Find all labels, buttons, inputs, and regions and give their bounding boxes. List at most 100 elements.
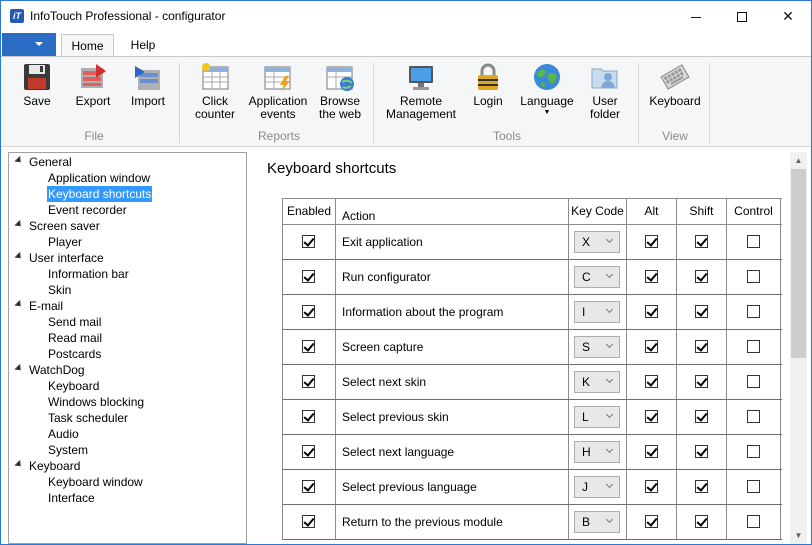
tree-item-application-window[interactable]: Application window — [47, 170, 151, 186]
key-code-dropdown[interactable]: S — [574, 336, 620, 358]
remote-management-button[interactable]: Remote Management — [383, 62, 459, 121]
column-header-shift[interactable]: Shift — [677, 199, 727, 224]
tree-item-general[interactable]: General — [28, 154, 73, 170]
tree-item-postcards[interactable]: Postcards — [47, 346, 102, 362]
tree-item-audio[interactable]: Audio — [47, 426, 80, 442]
column-header-enabled[interactable]: Enabled — [283, 199, 336, 224]
column-header-action[interactable]: Action — [336, 199, 569, 224]
expand-arrow-icon[interactable] — [14, 299, 24, 310]
enabled-checkbox[interactable] — [302, 375, 315, 388]
key-code-dropdown[interactable]: K — [574, 371, 620, 393]
key-code-dropdown[interactable]: X — [574, 231, 620, 253]
expand-arrow-icon[interactable] — [14, 251, 24, 262]
browse-web-button[interactable]: Browse the web — [315, 62, 365, 121]
tree-item-read-mail[interactable]: Read mail — [47, 330, 103, 346]
alt-checkbox[interactable] — [644, 410, 658, 423]
tree-item-windows-blocking[interactable]: Windows blocking — [47, 394, 145, 410]
control-checkbox[interactable] — [746, 270, 760, 283]
keyboard-button[interactable]: Keyboard — [647, 62, 703, 108]
expand-arrow-icon[interactable] — [14, 459, 24, 470]
tree-item-watchdog-keyboard[interactable]: Keyboard — [47, 378, 100, 394]
enabled-checkbox[interactable] — [302, 515, 315, 528]
alt-checkbox[interactable] — [644, 270, 658, 283]
navigation-tree[interactable]: General Application window Keyboard shor… — [8, 152, 247, 544]
language-button[interactable]: Language ▼ — [519, 62, 575, 117]
save-button[interactable]: Save — [19, 62, 55, 108]
tree-item-information-bar[interactable]: Information bar — [47, 266, 130, 282]
enabled-checkbox[interactable] — [302, 340, 315, 353]
key-code-dropdown[interactable]: L — [574, 406, 620, 428]
alt-checkbox[interactable] — [644, 305, 658, 318]
control-checkbox[interactable] — [746, 515, 760, 528]
enabled-checkbox[interactable] — [302, 480, 315, 493]
tree-item-user-interface[interactable]: User interface — [28, 250, 105, 266]
control-checkbox[interactable] — [746, 480, 760, 493]
application-events-button[interactable]: Application events — [245, 62, 311, 121]
shift-checkbox[interactable] — [694, 445, 708, 458]
control-checkbox[interactable] — [746, 235, 760, 248]
control-checkbox[interactable] — [746, 305, 760, 318]
export-button[interactable]: Export — [71, 62, 115, 108]
control-checkbox[interactable] — [746, 375, 760, 388]
tree-item-send-mail[interactable]: Send mail — [47, 314, 102, 330]
tree-item-task-scheduler[interactable]: Task scheduler — [47, 410, 129, 426]
alt-checkbox[interactable] — [644, 235, 658, 248]
tab-help[interactable]: Help — [119, 34, 167, 56]
enabled-checkbox[interactable] — [302, 270, 315, 283]
minimize-button[interactable] — [673, 1, 719, 31]
tab-home[interactable]: Home — [61, 34, 114, 58]
expand-arrow-icon[interactable] — [14, 363, 24, 374]
tree-item-keyboard-window[interactable]: Keyboard window — [47, 474, 144, 490]
tree-item-email[interactable]: E-mail — [28, 298, 64, 314]
enabled-checkbox[interactable] — [302, 410, 315, 423]
scroll-down-arrow-icon[interactable]: ▼ — [790, 527, 807, 544]
expand-arrow-icon[interactable] — [14, 219, 24, 230]
tree-item-event-recorder[interactable]: Event recorder — [47, 202, 128, 218]
column-header-key-code[interactable]: Key Code — [569, 199, 627, 224]
maximize-button[interactable] — [719, 1, 765, 31]
click-counter-button[interactable]: Click counter — [191, 62, 239, 121]
scrollbar-thumb[interactable] — [791, 169, 806, 358]
alt-checkbox[interactable] — [644, 515, 658, 528]
shift-checkbox[interactable] — [694, 410, 708, 423]
scroll-up-arrow-icon[interactable]: ▲ — [790, 152, 807, 169]
login-button[interactable]: Login — [469, 62, 507, 108]
import-button[interactable]: Import — [127, 62, 169, 108]
alt-checkbox[interactable] — [644, 375, 658, 388]
shift-checkbox[interactable] — [694, 480, 708, 493]
enabled-checkbox[interactable] — [302, 305, 315, 318]
tree-item-player[interactable]: Player — [47, 234, 83, 250]
key-code-dropdown[interactable]: J — [574, 476, 620, 498]
tree-item-skin[interactable]: Skin — [47, 282, 72, 298]
vertical-scrollbar[interactable]: ▲ ▼ — [790, 152, 807, 544]
control-checkbox[interactable] — [746, 410, 760, 423]
key-code-dropdown[interactable]: I — [574, 301, 620, 323]
column-header-alt[interactable]: Alt — [627, 199, 677, 224]
control-checkbox[interactable] — [746, 340, 760, 353]
tree-item-keyboard-shortcuts[interactable]: Keyboard shortcuts — [47, 186, 153, 202]
shift-checkbox[interactable] — [694, 270, 708, 283]
alt-checkbox[interactable] — [644, 340, 658, 353]
key-code-dropdown[interactable]: C — [574, 266, 620, 288]
close-button[interactable]: ✕ — [765, 1, 811, 31]
shift-checkbox[interactable] — [694, 375, 708, 388]
alt-checkbox[interactable] — [644, 480, 658, 493]
tree-item-watchdog[interactable]: WatchDog — [28, 362, 86, 378]
shift-checkbox[interactable] — [694, 305, 708, 318]
alt-checkbox[interactable] — [644, 445, 658, 458]
tree-item-system[interactable]: System — [47, 442, 89, 458]
shift-checkbox[interactable] — [694, 515, 708, 528]
shift-checkbox[interactable] — [694, 340, 708, 353]
key-code-dropdown[interactable]: B — [574, 511, 620, 533]
tree-item-interface[interactable]: Interface — [47, 490, 96, 506]
enabled-checkbox[interactable] — [302, 235, 315, 248]
user-folder-button[interactable]: User folder — [585, 62, 625, 121]
tree-item-keyboard[interactable]: Keyboard — [28, 458, 81, 474]
key-code-dropdown[interactable]: H — [574, 441, 620, 463]
expand-arrow-icon[interactable] — [14, 155, 24, 166]
column-header-control[interactable]: Control — [727, 199, 781, 224]
control-checkbox[interactable] — [746, 445, 760, 458]
shift-checkbox[interactable] — [694, 235, 708, 248]
enabled-checkbox[interactable] — [302, 445, 315, 458]
tree-item-screen-saver[interactable]: Screen saver — [28, 218, 101, 234]
